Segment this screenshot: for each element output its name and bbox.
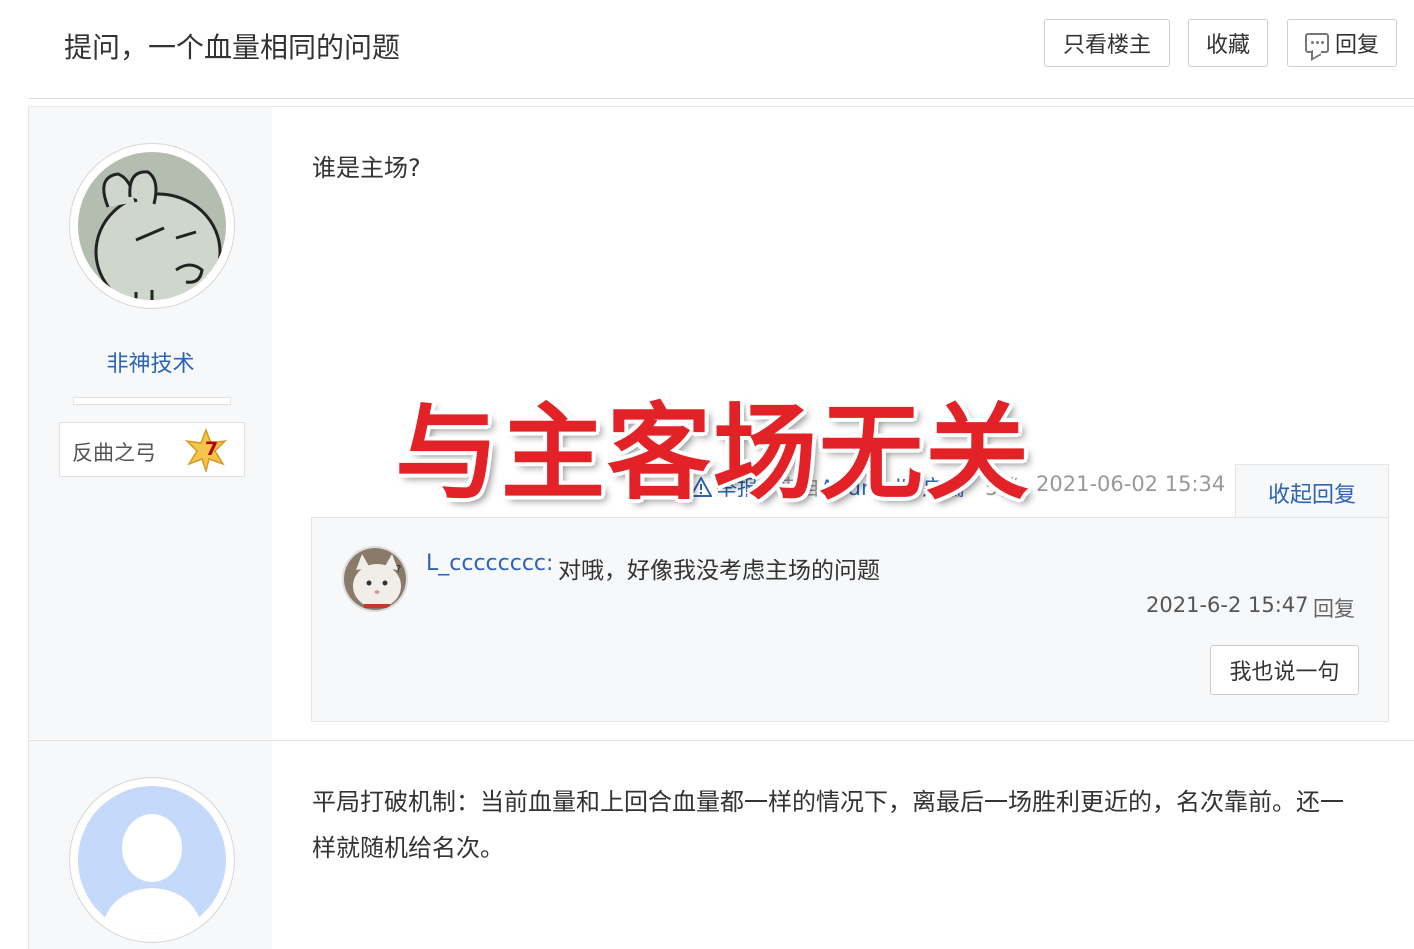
thread-title: 提问，一个血量相同的问题	[64, 31, 401, 64]
reply-reply-link[interactable]: 回复	[1313, 593, 1355, 623]
cat-avatar-image: ?	[344, 548, 406, 610]
comment-icon	[1304, 33, 1329, 53]
author-name[interactable]: 非神技术	[29, 346, 272, 378]
post-content: 平局打破机制：当前血量和上回合血量都一样的情况下，离最后一场胜利更近的，名次靠前…	[312, 788, 1344, 862]
reply-button-label: 回复	[1334, 33, 1379, 58]
thread-header: 提问，一个血量相同的问题 只看楼主 收藏 回复	[0, 0, 1414, 98]
only-op-button[interactable]: 只看楼主	[1044, 19, 1170, 67]
badge-title: 反曲之弓	[72, 441, 156, 465]
post-next: 平局打破机制：当前血量和上回合血量都一样的情况下，离最后一场胜利更近的，名次靠前…	[28, 740, 1414, 949]
default-avatar-image	[78, 786, 226, 934]
reply-text: 对哦，好像我没考虑主场的问题	[558, 558, 880, 584]
author-sidebar	[29, 741, 272, 949]
svg-text:?: ?	[396, 564, 401, 575]
avatar[interactable]	[69, 143, 235, 309]
reply-list: ? L_cccccccc: 对哦，好像我没考虑主场的问题 2021-6-2 15…	[311, 517, 1389, 722]
reply-button[interactable]: 回复	[1287, 19, 1397, 67]
reply-avatar[interactable]: ?	[342, 546, 408, 612]
level-badge[interactable]: 反曲之弓 7	[59, 422, 245, 477]
overlay-caption: 与主客场无关	[395, 392, 1032, 514]
post-content: 谁是主场?	[312, 154, 421, 182]
post-time: 2021-06-02 15:34	[1036, 472, 1226, 496]
level-progress-bar	[73, 397, 231, 405]
reply-time: 2021-6-2 15:47	[1146, 593, 1309, 617]
author-sidebar: 非神技术 反曲之弓 7	[29, 107, 272, 739]
badge-level: 7	[205, 438, 219, 460]
header-divider	[28, 98, 1414, 99]
add-comment-button[interactable]: 我也说一句	[1210, 645, 1359, 695]
reply-username[interactable]: L_cccccccc:	[426, 551, 553, 576]
avatar[interactable]	[69, 777, 235, 943]
favorite-button[interactable]: 收藏	[1188, 19, 1268, 67]
rabbit-avatar-image	[78, 152, 226, 300]
collapse-replies-button[interactable]: 收起回复	[1235, 464, 1389, 520]
